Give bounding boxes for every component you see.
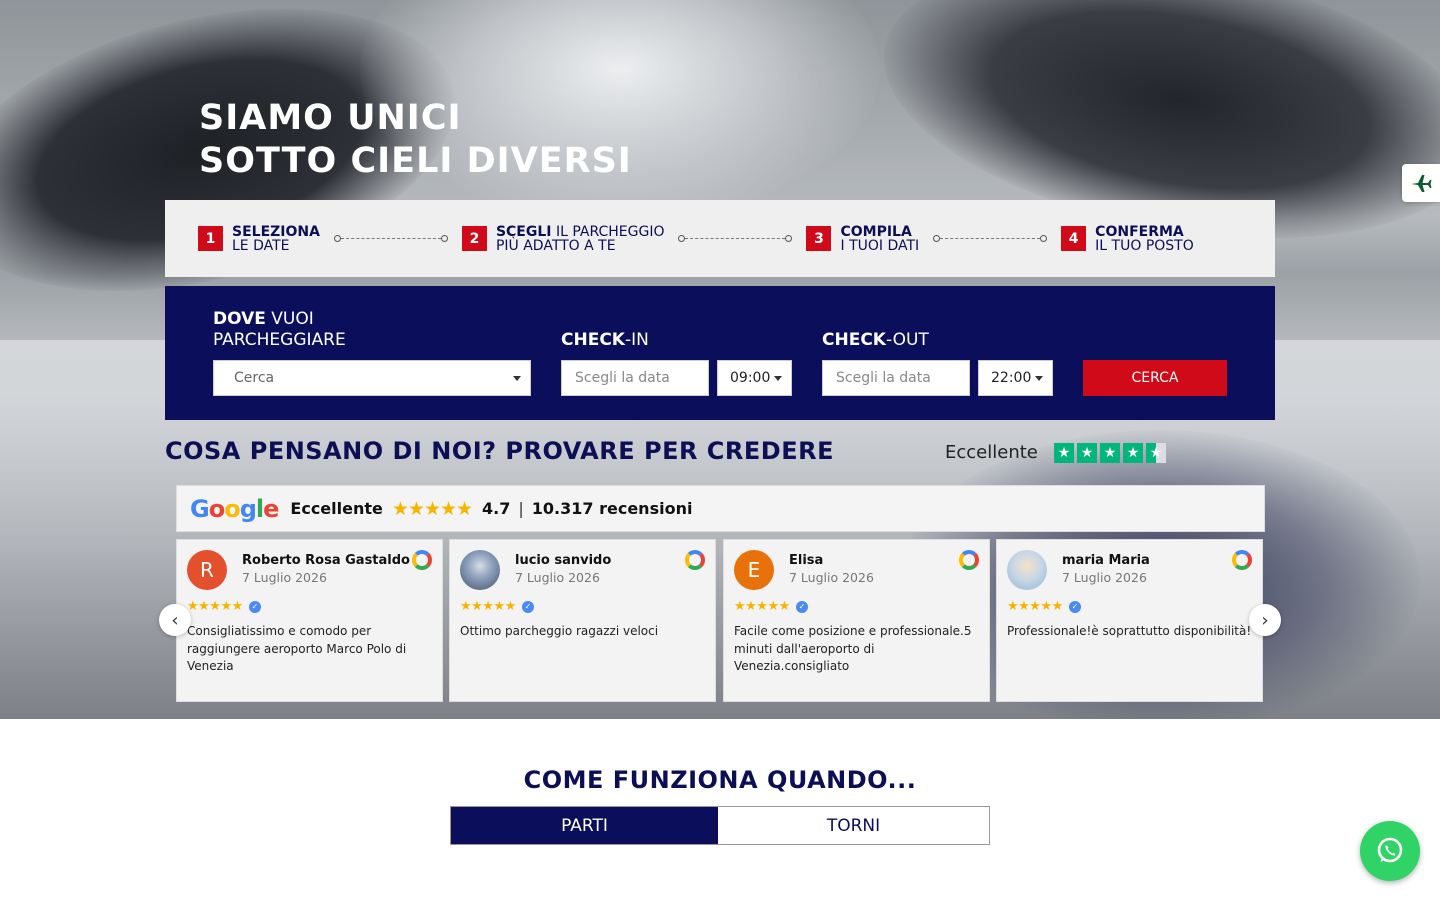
verified-icon: ✓	[248, 600, 261, 613]
avatar: E	[734, 550, 774, 590]
review-count: 10.317 recensioni	[531, 499, 693, 518]
reviewer-name: lucio sanvido	[515, 553, 612, 568]
google-icon	[412, 550, 432, 570]
whatsapp-chat-button[interactable]	[1360, 821, 1420, 881]
step-connector	[678, 235, 793, 242]
step-3: 3 COMPILA I TUOI DATI	[806, 225, 919, 253]
step-4: 4 CONFERMA IL TUO POSTO	[1061, 225, 1194, 253]
where-label: DOVE VUOI PARCHEGGIARE	[213, 309, 346, 350]
google-rating-summary[interactable]: Google Eccellente ★★★★★ 4.7 | 10.317 rec…	[176, 485, 1265, 532]
review-card: R Roberto Rosa Gastaldo 7 Luglio 2026 ★★…	[176, 539, 443, 702]
half-star-icon: ★	[1146, 443, 1166, 463]
trustpilot-stars[interactable]: ★ ★ ★ ★ ★	[1054, 443, 1169, 463]
search-panel: DOVE VUOI PARCHEGGIARE Cerca CHECK-IN Sce…	[165, 286, 1275, 420]
booking-steps: 1 SELEZIONA LE DATE 2 SCEGLI IL PARCHEGGI…	[165, 200, 1275, 277]
checkin-label: CHECK-IN	[561, 330, 649, 350]
review-stars: ★★★★★ ✓	[187, 599, 261, 614]
step-number: 4	[1061, 226, 1087, 251]
checkout-label: CHECK-OUT	[822, 330, 929, 350]
avatar: R	[187, 550, 227, 590]
review-card: lucio sanvido 7 Luglio 2026 ★★★★★ ✓ Ottim…	[449, 539, 716, 702]
plane-icon	[1411, 175, 1432, 192]
chevron-left-icon: ‹	[171, 609, 179, 631]
reviewer-name: maria Maria	[1062, 553, 1150, 568]
how-it-works-tabs: PARTI TORNI	[450, 806, 990, 845]
reviewer-name: Roberto Rosa Gastaldo	[242, 553, 410, 568]
google-logo: Google	[190, 494, 279, 523]
step-connector	[333, 235, 448, 242]
tab-parti[interactable]: PARTI	[451, 807, 718, 844]
checkin-time-select[interactable]: 09:00	[717, 360, 792, 396]
google-icon	[959, 550, 979, 570]
search-button[interactable]: CERCA	[1083, 360, 1227, 396]
review-text: Facile come posizione e professionale.5 …	[734, 624, 972, 673]
star-icon: ★	[1054, 443, 1074, 463]
step-label: I TUOI DATI	[840, 237, 920, 254]
review-date: 7 Luglio 2026	[1062, 570, 1147, 585]
hero-title-line2: SOTTO CIELI DIVERSI	[199, 141, 632, 181]
review-text: Ottimo parcheggio ragazzi veloci	[460, 624, 659, 638]
checkout-time-select[interactable]: 22:00	[978, 360, 1053, 396]
side-widget-tab[interactable]	[1402, 164, 1440, 202]
step-number: 1	[198, 226, 223, 251]
checkout-date-input[interactable]: Scegli la data	[822, 360, 970, 396]
how-it-works-title: COME FUNZIONA QUANDO...	[523, 766, 917, 794]
review-card: E Elisa 7 Luglio 2026 ★★★★★ ✓ Facile come…	[723, 539, 990, 702]
step-label: PIÙ ADATTO A TE	[495, 237, 616, 254]
step-label: LE DATE	[232, 237, 290, 254]
star-icon: ★	[1077, 443, 1097, 463]
review-card: maria Maria 7 Luglio 2026 ★★★★★ ✓ Profess…	[996, 539, 1263, 702]
review-text: Consigliatissimo e comodo per raggiunger…	[187, 624, 407, 673]
avatar	[460, 550, 500, 590]
carousel-next-button[interactable]: ›	[1249, 604, 1281, 636]
star-icon: ★	[1123, 443, 1143, 463]
step-number: 2	[461, 226, 487, 251]
separator: |	[518, 499, 524, 518]
checkin-date-input[interactable]: Scegli la data	[561, 360, 709, 396]
verified-icon: ✓	[521, 600, 534, 613]
hero-title-line1: SIAMO UNICI	[199, 98, 462, 138]
chevron-down-icon	[774, 376, 782, 381]
step-number: 3	[806, 226, 832, 251]
carousel-prev-button[interactable]: ‹	[159, 604, 191, 636]
step-2: 2 SCEGLI IL PARCHEGGIO PIÙ ADATTO A TE	[461, 225, 664, 254]
reviewer-name: Elisa	[789, 553, 824, 568]
step-1: 1 SELEZIONA LE DATE	[198, 225, 320, 253]
review-date: 7 Luglio 2026	[789, 570, 874, 585]
avatar	[1007, 550, 1047, 590]
chevron-right-icon: ›	[1261, 609, 1269, 631]
reviews-title: COSA PENSANO DI NOI? PROVARE PER CREDERE	[165, 437, 834, 465]
step-connector	[933, 235, 1048, 242]
review-stars: ★★★★★ ✓	[460, 599, 534, 614]
parking-location-select[interactable]: Cerca	[213, 360, 531, 396]
google-rating-label: Eccellente	[290, 499, 383, 518]
review-text: Professionale!è soprattutto disponibilit…	[1007, 624, 1252, 638]
star-icon: ★	[1100, 443, 1120, 463]
rating-value: 4.7	[482, 499, 511, 518]
review-stars: ★★★★★ ✓	[734, 599, 808, 614]
verified-icon: ✓	[795, 600, 808, 613]
verified-icon: ✓	[1068, 600, 1081, 613]
chevron-down-icon	[513, 376, 521, 381]
step-label: IL TUO POSTO	[1095, 237, 1194, 254]
hero-title: SIAMO UNICI SOTTO CIELI DIVERSI	[199, 97, 632, 183]
whatsapp-icon	[1377, 837, 1403, 863]
rating-stars: ★★★★★	[391, 497, 473, 520]
trustpilot-label: Eccellente	[945, 442, 1038, 463]
google-icon	[1232, 550, 1252, 570]
parking-location-placeholder: Cerca	[234, 370, 275, 386]
chevron-down-icon	[1035, 376, 1043, 381]
google-icon	[685, 550, 705, 570]
review-date: 7 Luglio 2026	[242, 570, 327, 585]
tab-torni[interactable]: TORNI	[718, 807, 989, 844]
review-date: 7 Luglio 2026	[515, 570, 600, 585]
review-stars: ★★★★★ ✓	[1007, 599, 1081, 614]
